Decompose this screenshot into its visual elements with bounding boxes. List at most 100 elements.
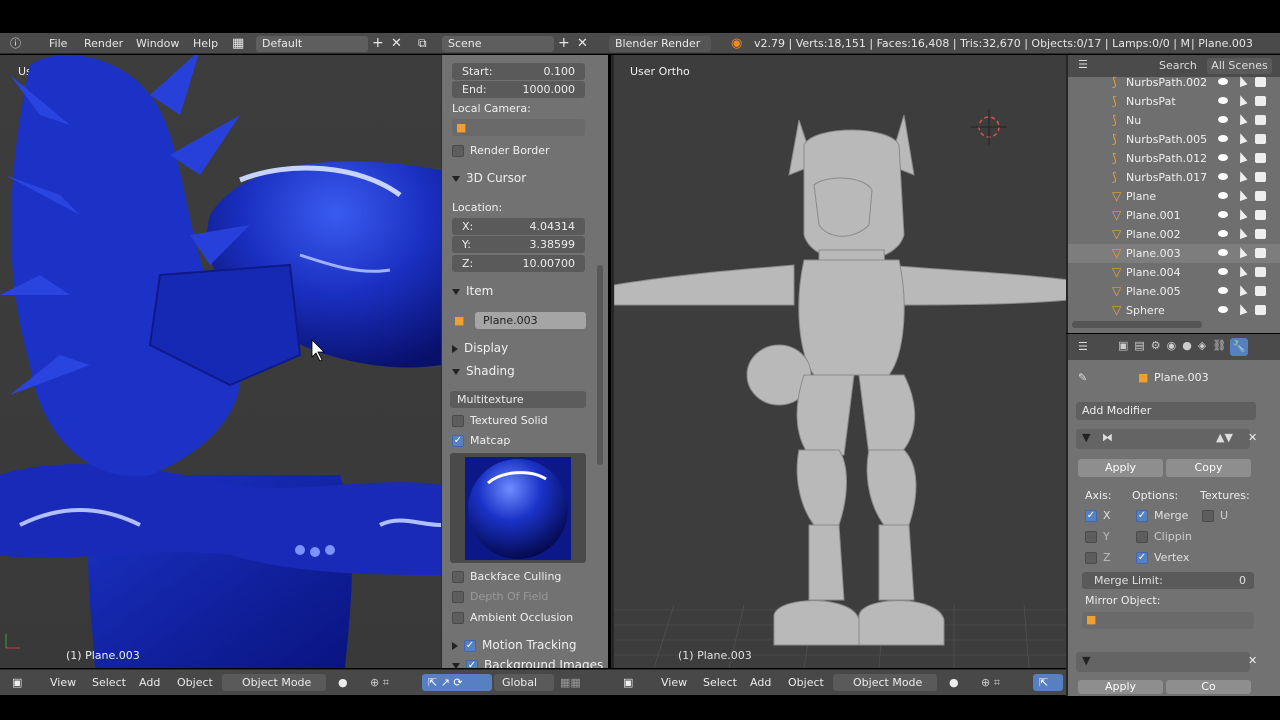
- matcap-preview[interactable]: [450, 453, 586, 563]
- outliner-item[interactable]: ⟆ Nu: [1068, 111, 1280, 130]
- display-header[interactable]: Display: [452, 339, 508, 357]
- collapse-icon-2[interactable]: ▼: [1082, 654, 1090, 667]
- outliner-item[interactable]: ⟆ NurbsPath.005: [1068, 130, 1280, 149]
- mode-select-right[interactable]: Object Mode: [833, 674, 937, 691]
- visibility-icon[interactable]: [1218, 78, 1228, 85]
- selectable-icon[interactable]: [1236, 283, 1248, 297]
- shading-header[interactable]: Shading: [452, 362, 515, 380]
- textured-solid-toggle[interactable]: Textured Solid: [452, 412, 548, 430]
- selectable-icon[interactable]: [1236, 188, 1248, 202]
- axis-x-toggle[interactable]: ✓ X: [1085, 509, 1111, 522]
- remove-modifier-icon[interactable]: ✕: [1248, 431, 1257, 444]
- add-modifier-select[interactable]: Add Modifier: [1076, 402, 1256, 420]
- shading-icon-right[interactable]: ●: [949, 670, 959, 696]
- render-border-toggle[interactable]: Render Border: [452, 142, 550, 160]
- clipping-toggle[interactable]: Clippin: [1136, 530, 1192, 543]
- ambient-occlusion-toggle[interactable]: Ambient Occlusion: [452, 609, 573, 627]
- render-icon[interactable]: [1255, 77, 1266, 87]
- menu-render[interactable]: Render: [84, 33, 123, 54]
- scene-field[interactable]: Scene: [442, 36, 554, 52]
- visibility-icon[interactable]: [1218, 230, 1228, 237]
- visibility-icon[interactable]: [1218, 306, 1228, 313]
- clip-start-field[interactable]: Start: 0.100: [452, 63, 585, 80]
- modifier-tab-icon[interactable]: 🔧: [1230, 338, 1248, 356]
- layers-grid[interactable]: ▦▦: [560, 670, 581, 696]
- render-icon[interactable]: [1255, 305, 1266, 315]
- properties-editor-icon[interactable]: ☰: [1078, 340, 1088, 353]
- 3d-cursor-header[interactable]: 3D Cursor: [452, 169, 526, 187]
- visibility-icon[interactable]: [1218, 192, 1228, 199]
- apply-button-2[interactable]: Apply: [1078, 680, 1163, 694]
- backface-culling-toggle[interactable]: Backface Culling: [452, 568, 561, 586]
- outliner-scrollbar[interactable]: [1072, 321, 1202, 328]
- menu-window[interactable]: Window: [136, 33, 179, 54]
- context-tab-icons[interactable]: ▣▤⚙◉●◈⛓: [1118, 339, 1232, 352]
- outliner-item[interactable]: ▽ Sphere: [1068, 301, 1280, 320]
- modifier-header-2[interactable]: ▼ ✕: [1076, 652, 1257, 672]
- local-camera-field[interactable]: ■: [452, 119, 585, 136]
- shading-mode-select[interactable]: Multitexture: [450, 391, 586, 408]
- axis-z-toggle[interactable]: Z: [1085, 551, 1111, 564]
- visibility-icon[interactable]: [1218, 287, 1228, 294]
- object-menu[interactable]: Object: [177, 670, 213, 696]
- vertex-groups-toggle[interactable]: ✓ Vertex: [1136, 551, 1189, 564]
- item-name-field[interactable]: Plane.003: [475, 312, 586, 329]
- merge-toggle[interactable]: ✓ Merge: [1136, 509, 1188, 522]
- collapse-icon[interactable]: ▼: [1082, 431, 1090, 444]
- outliner-item[interactable]: ▽ Plane: [1068, 187, 1280, 206]
- selectable-icon[interactable]: [1236, 93, 1248, 107]
- menu-help[interactable]: Help: [193, 33, 218, 54]
- outliner-editor-icon[interactable]: ☰: [1078, 58, 1088, 71]
- render-icon[interactable]: [1255, 229, 1266, 239]
- outliner-item[interactable]: ▽ Plane.004: [1068, 263, 1280, 282]
- selectable-icon[interactable]: [1236, 245, 1248, 259]
- modifier-header[interactable]: ▼ ⧓ ▲▼ ✕: [1076, 429, 1257, 449]
- render-icon[interactable]: [1255, 286, 1266, 296]
- selectable-icon[interactable]: [1236, 131, 1248, 145]
- item-header[interactable]: Item: [452, 282, 493, 300]
- manipulator-icons[interactable]: ⇱ ↗ ⟳: [422, 674, 492, 691]
- mirror-object-field[interactable]: ■: [1082, 612, 1254, 629]
- layout-field[interactable]: Default: [256, 36, 368, 52]
- selectable-icon[interactable]: [1236, 74, 1248, 88]
- view-menu[interactable]: View: [50, 670, 76, 696]
- visibility-icon[interactable]: [1218, 211, 1228, 218]
- add-menu-right[interactable]: Add: [750, 670, 771, 696]
- selectable-icon[interactable]: [1236, 226, 1248, 240]
- editor-type-icon[interactable]: ▣: [12, 670, 22, 696]
- selectable-icon[interactable]: [1236, 150, 1248, 164]
- viewport-left[interactable]: User Ortho (1) Plane.003: [0, 55, 441, 668]
- add-menu[interactable]: Add: [139, 670, 160, 696]
- npanel-scrollbar[interactable]: [597, 265, 603, 465]
- render-icon[interactable]: [1255, 172, 1266, 182]
- outliner-search[interactable]: Search: [1159, 59, 1197, 72]
- close-scene-icon[interactable]: ✕: [577, 33, 588, 54]
- outliner-item[interactable]: ▽ Plane.005: [1068, 282, 1280, 301]
- pin-icon[interactable]: ✎: [1078, 371, 1087, 384]
- layout-grid-icon[interactable]: ▦: [232, 33, 244, 54]
- add-layout-icon[interactable]: +: [372, 33, 384, 54]
- view-menu-right[interactable]: View: [661, 670, 687, 696]
- visibility-icon[interactable]: [1218, 154, 1228, 161]
- move-up-icon[interactable]: ▲▼: [1216, 431, 1233, 444]
- matcap-toggle[interactable]: ✓ Matcap: [452, 432, 510, 450]
- render-icon[interactable]: [1255, 134, 1266, 144]
- outliner-item[interactable]: ▽ Plane.002: [1068, 225, 1280, 244]
- select-menu-right[interactable]: Select: [703, 670, 737, 696]
- scene-icon[interactable]: ⧉: [418, 33, 427, 54]
- outliner-item[interactable]: ⟆ NurbsPath.017: [1068, 168, 1280, 187]
- visibility-icon[interactable]: [1218, 173, 1228, 180]
- copy-button[interactable]: Copy: [1166, 459, 1251, 477]
- outliner-item[interactable]: ⟆ NurbsPat: [1068, 92, 1280, 111]
- texture-u-toggle[interactable]: U: [1202, 509, 1228, 522]
- render-engine-select[interactable]: Blender Render: [609, 36, 711, 52]
- outliner-item[interactable]: ⟆ NurbsPath.012: [1068, 149, 1280, 168]
- render-icon[interactable]: [1255, 267, 1266, 277]
- outliner-item[interactable]: ⟆ NurbsPath.002: [1068, 73, 1280, 92]
- clip-end-field[interactable]: End: 1000.000: [452, 81, 585, 98]
- shading-icon[interactable]: ●: [338, 670, 348, 696]
- selectable-icon[interactable]: [1236, 264, 1248, 278]
- merge-limit-field[interactable]: Merge Limit: 0: [1082, 572, 1254, 589]
- render-icon[interactable]: [1255, 191, 1266, 201]
- copy-button-2[interactable]: Co: [1166, 680, 1251, 694]
